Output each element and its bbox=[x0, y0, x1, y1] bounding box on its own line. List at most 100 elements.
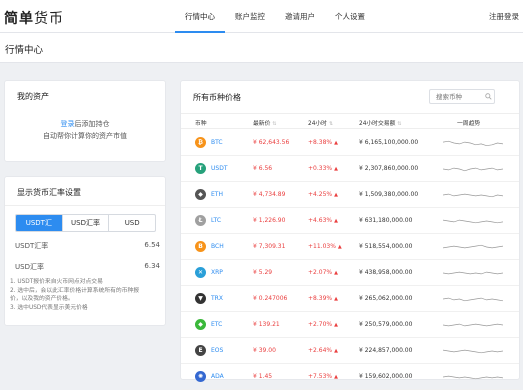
tab-usd-rate[interactable]: USD汇率 bbox=[63, 215, 110, 231]
coin-price: ¥ 0.247006 bbox=[253, 295, 288, 302]
table-row[interactable]: B BCH ¥ 7,309.31 +11.03% ▲ ¥ 518,554,000.00 bbox=[181, 234, 519, 260]
coin-symbol[interactable]: LTC bbox=[211, 217, 221, 224]
coin-symbol[interactable]: EOS bbox=[211, 347, 223, 354]
coin-symbol[interactable]: ADA bbox=[211, 373, 224, 380]
coin-price: ¥ 4,734.89 bbox=[253, 191, 286, 198]
table-row[interactable]: T USDT ¥ 6.56 +0.33% ▲ ¥ 2,307,860,000.00 bbox=[181, 156, 519, 182]
nav-account-monitor[interactable]: 账户监控 bbox=[225, 0, 275, 33]
trend-sparkline bbox=[443, 297, 503, 302]
table-row[interactable]: ▼ TRX ¥ 0.247006 +8.39% ▲ ¥ 265,062,000.00 bbox=[181, 286, 519, 312]
main-nav: 行情中心 账户监控 邀请用户 个人设置 bbox=[175, 0, 375, 33]
table-header: 币种 最新价 ⇅ 24小时 ⇅ 24小时交易额 ⇅ 一周趋势 bbox=[181, 113, 519, 129]
logo-light: 货币 bbox=[34, 11, 64, 27]
coin-change-cell: +4.63% ▲ bbox=[308, 217, 338, 224]
coin-change-cell: +0.33% ▲ bbox=[308, 165, 338, 172]
coin-change-cell: +8.39% ▲ bbox=[308, 295, 338, 302]
assets-login-line: 登录后添加持仓 bbox=[5, 119, 165, 129]
coin-change: +7.53% bbox=[308, 373, 333, 380]
divider bbox=[5, 205, 165, 206]
coin-price: ¥ 1.45 bbox=[253, 373, 273, 380]
usdt-rate-row: USDT汇率 6.54 bbox=[15, 241, 160, 251]
arrow-up-icon: ▲ bbox=[337, 244, 342, 250]
trend-line bbox=[443, 167, 503, 172]
nav-invite-users[interactable]: 邀请用户 bbox=[275, 0, 325, 33]
arrow-up-icon: ▲ bbox=[334, 348, 338, 354]
table-row[interactable]: ✺ ADA ¥ 1.45 +7.53% ▲ ¥ 159,602,000.00 bbox=[181, 364, 519, 390]
sort-icon[interactable]: ⇅ bbox=[397, 121, 401, 127]
trend-sparkline bbox=[443, 219, 503, 224]
coin-change-cell: +2.70% ▲ bbox=[308, 321, 338, 328]
coin-symbol[interactable]: BTC bbox=[211, 139, 223, 146]
arrow-up-icon: ▲ bbox=[334, 140, 338, 146]
trend-sparkline bbox=[443, 167, 503, 172]
search-icon[interactable] bbox=[485, 93, 492, 100]
trend-line bbox=[443, 140, 503, 147]
coin-symbol[interactable]: USDT bbox=[211, 165, 228, 172]
nav-personal-settings[interactable]: 个人设置 bbox=[325, 0, 375, 33]
coin-symbol[interactable]: ETH bbox=[211, 191, 223, 198]
nav-market[interactable]: 行情中心 bbox=[175, 0, 225, 33]
coin-change-cell: +8.38% ▲ bbox=[308, 139, 338, 146]
assets-login-link[interactable]: 登录 bbox=[61, 120, 75, 128]
assets-desc: 自动帮你计算你的资产市值 bbox=[43, 132, 127, 140]
table-row[interactable]: ₿ BTC ¥ 62,643.56 +8.38% ▲ ¥ 6,165,100,000.00 bbox=[181, 130, 519, 156]
usd-rate-value: 6.34 bbox=[144, 262, 160, 270]
coin-icon: ◆ bbox=[195, 189, 206, 200]
sort-icon[interactable]: ⇅ bbox=[329, 121, 333, 127]
rate-note: 价，以及我的资产价格。 bbox=[10, 296, 74, 302]
coin-change: +4.25% bbox=[308, 191, 333, 198]
trend-line bbox=[443, 244, 503, 249]
coin-price: ¥ 39.00 bbox=[253, 347, 276, 354]
coin-icon: ✺ bbox=[195, 371, 206, 382]
coin-symbol[interactable]: BCH bbox=[211, 243, 224, 250]
breadcrumb: 行情中心 bbox=[0, 33, 523, 63]
coin-volume: ¥ 2,307,860,000.00 bbox=[359, 165, 419, 172]
coin-icon: ▼ bbox=[195, 293, 206, 304]
assets-login-suffix: 后添加持仓 bbox=[74, 120, 110, 128]
login-link[interactable]: 注册登录 bbox=[489, 0, 519, 33]
coin-change: +2.07% bbox=[308, 269, 333, 276]
arrow-up-icon: ▲ bbox=[334, 270, 338, 276]
coin-icon: ₿ bbox=[195, 137, 206, 148]
coin-change: +8.39% bbox=[308, 295, 333, 302]
coin-price: ¥ 1,226.90 bbox=[253, 217, 286, 224]
col-coin: 币种 bbox=[195, 121, 207, 127]
coin-volume: ¥ 438,958,000.00 bbox=[359, 269, 413, 276]
coin-symbol[interactable]: TRX bbox=[211, 295, 223, 302]
coin-change-cell: +2.64% ▲ bbox=[308, 347, 338, 354]
coin-symbol[interactable]: ETC bbox=[211, 321, 222, 328]
col-volume[interactable]: 24小时交易额 ⇅ bbox=[359, 118, 402, 127]
rate-note: 3. 选中USD代表显示美元价格 bbox=[10, 304, 88, 311]
coin-icon: ✕ bbox=[195, 267, 206, 278]
table-row[interactable]: ✕ XRP ¥ 5.29 +2.07% ▲ ¥ 438,958,000.00 bbox=[181, 260, 519, 286]
sort-icon[interactable]: ⇅ bbox=[272, 121, 276, 127]
trend-line bbox=[443, 271, 503, 275]
rate-note: 1. USDT报价来自火币网点对点交易 bbox=[10, 279, 103, 285]
table-row[interactable]: ◆ ETH ¥ 4,734.89 +4.25% ▲ ¥ 1,509,380,000.00 bbox=[181, 182, 519, 208]
rate-notes: 1. USDT报价来自火币网点对点交易 2. 选中后，会以此汇率价格计算系统所有… bbox=[10, 278, 160, 312]
coin-price: ¥ 7,309.31 bbox=[253, 243, 286, 250]
coin-symbol[interactable]: XRP bbox=[211, 269, 223, 276]
col-price-label: 最新价 bbox=[253, 121, 271, 127]
trend-line bbox=[443, 297, 503, 302]
coin-change-cell: +2.07% ▲ bbox=[308, 269, 338, 276]
coin-change: +2.70% bbox=[308, 321, 333, 328]
coin-icon: T bbox=[195, 163, 206, 174]
tab-usd[interactable]: USD bbox=[109, 215, 155, 231]
col-change-label: 24小时 bbox=[308, 121, 327, 127]
trend-sparkline bbox=[443, 323, 503, 327]
trend-line bbox=[443, 349, 503, 354]
coin-icon: B bbox=[195, 241, 206, 252]
rate-tabs: USDT汇 USD汇率 USD bbox=[15, 214, 156, 232]
col-trend: 一周趋势 bbox=[457, 121, 481, 127]
table-row[interactable]: Ł LTC ¥ 1,226.90 +4.63% ▲ ¥ 631,180,000.00 bbox=[181, 208, 519, 234]
trend-sparkline bbox=[443, 349, 503, 354]
tab-usdt-rate[interactable]: USDT汇 bbox=[16, 215, 63, 231]
logo[interactable]: 简单货币 bbox=[4, 8, 64, 28]
table-row[interactable]: E EOS ¥ 39.00 +2.64% ▲ ¥ 224,857,000.00 bbox=[181, 338, 519, 364]
table-row[interactable]: ◆ ETC ¥ 139.21 +2.70% ▲ ¥ 250,579,000.00 bbox=[181, 312, 519, 338]
my-assets-card: 我的资产 登录后添加持仓 自动帮你计算你的资产市值 bbox=[4, 80, 166, 162]
col-price[interactable]: 最新价 ⇅ bbox=[253, 118, 277, 127]
arrow-up-icon: ▲ bbox=[334, 322, 338, 328]
col-change[interactable]: 24小时 ⇅ bbox=[308, 118, 333, 127]
